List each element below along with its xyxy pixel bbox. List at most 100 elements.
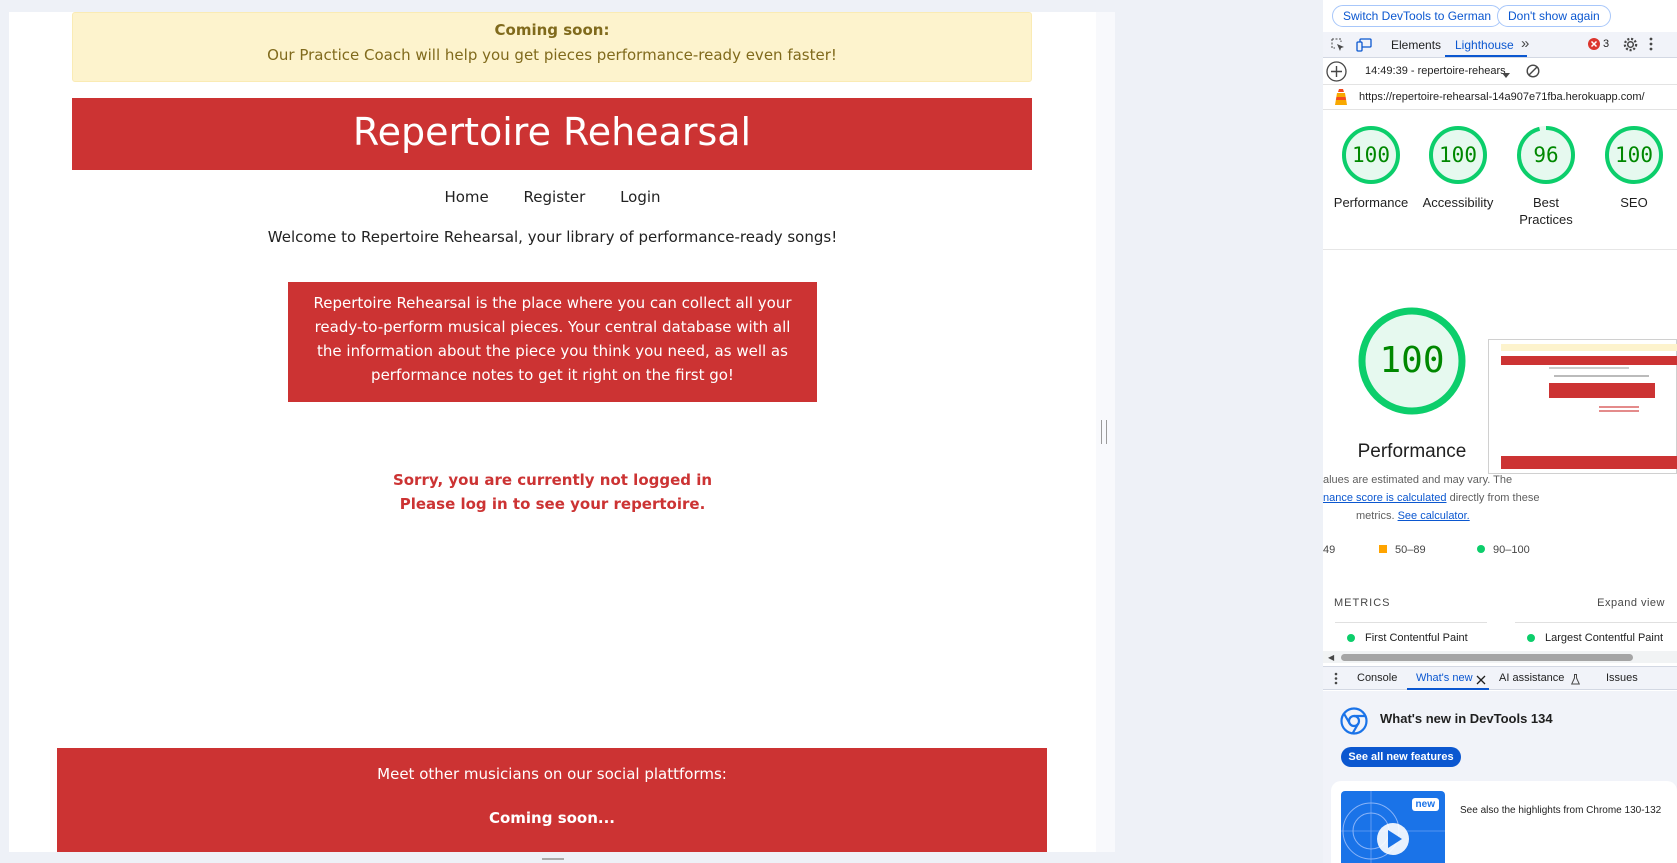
drawer-menu-icon[interactable]	[1334, 672, 1338, 687]
score-label: SEO	[1620, 195, 1648, 210]
score-value: 100	[1615, 143, 1653, 167]
banner-text: Our Practice Coach will help you get pie…	[267, 46, 837, 64]
scroll-left-icon[interactable]: ◀	[1328, 653, 1334, 662]
estimate-note-line2: nance score is calculated directly from …	[1323, 492, 1539, 504]
device-toolbar-icon[interactable]	[1356, 38, 1372, 54]
more-tabs-icon[interactable]: »	[1521, 35, 1529, 52]
score-value: 100	[1439, 143, 1477, 167]
nav-register-link[interactable]: Register	[524, 188, 586, 206]
active-tab-indicator	[1445, 55, 1527, 57]
error-icon[interactable]	[1588, 38, 1600, 52]
banner-title: Coming soon:	[494, 21, 610, 39]
metric-fcp: First Contentful Paint	[1347, 632, 1468, 644]
drawer-tabbar: Console What's new AI assistance Issues	[1323, 666, 1677, 690]
close-tab-icon[interactable]	[1476, 673, 1486, 687]
footer-coming-soon: Coming soon...	[488, 809, 616, 827]
highlights-text: See also the highlights from Chrome 130-…	[1460, 805, 1662, 816]
score-label: Accessibility	[1422, 195, 1494, 210]
nav-login-link[interactable]: Login	[620, 188, 660, 206]
score-gauge-4[interactable]: 100	[1604, 125, 1664, 185]
not-logged-line-1: Sorry, you are currently not logged in	[392, 471, 713, 489]
see-calculator-link[interactable]: See calculator.	[1398, 510, 1470, 522]
score-gauge-3[interactable]: 96	[1516, 125, 1576, 185]
legend-pass: 90–100	[1493, 544, 1530, 556]
settings-gear-icon[interactable]	[1623, 37, 1638, 54]
score-gauge-2[interactable]: 100	[1428, 125, 1488, 185]
page-footer: Meet other musicians on our social platt…	[57, 748, 1047, 852]
drawer-tab-issues[interactable]: Issues	[1606, 672, 1638, 684]
drawer-tab-ai-assistance[interactable]: AI assistance	[1499, 672, 1564, 684]
expand-view-toggle[interactable]: Expand view	[1597, 597, 1665, 609]
score-gauge-1[interactable]: 100	[1341, 125, 1401, 185]
bottom-resize-grip[interactable]	[542, 858, 564, 860]
new-report-plus-icon[interactable]	[1326, 61, 1347, 84]
lighthouse-logo-icon	[1334, 88, 1348, 109]
audited-url-bar: https://repertoire-rehearsal-14a907e71fb…	[1323, 85, 1677, 110]
legend-average-square-icon	[1379, 545, 1387, 553]
pass-dot-icon	[1347, 634, 1355, 643]
metrics-heading: METRICS	[1334, 597, 1391, 609]
devtools-infobar: Switch DevTools to German Don't show aga…	[1323, 0, 1677, 30]
whats-new-title: What's new in DevTools 134	[1380, 711, 1553, 726]
score-calculated-link[interactable]: nance score is calculated	[1323, 492, 1447, 504]
big-performance-gauge: 100	[1358, 307, 1466, 415]
drawer-active-indicator	[1407, 688, 1489, 690]
pass-dot-icon	[1527, 634, 1535, 643]
web-page: Coming soon: Our Practice Coach will hel…	[9, 12, 1096, 852]
inspect-element-icon[interactable]	[1331, 38, 1345, 54]
big-score-value: 100	[1379, 340, 1445, 381]
legend-fail: 49	[1323, 544, 1336, 556]
main-nav: Home Register Login	[9, 188, 1096, 206]
site-title: Repertoire Rehearsal	[72, 98, 1032, 170]
legend-average: 50–89	[1395, 544, 1426, 556]
highlights-card[interactable]: new See also the highlights from Chrome …	[1331, 781, 1677, 863]
nav-home-link[interactable]: Home	[444, 188, 488, 206]
not-logged-line-2: Please log in to see your repertoire.	[399, 495, 706, 513]
lighthouse-toolbar: 14:49:39 - repertoire-rehears	[1323, 58, 1677, 85]
score-value: 96	[1533, 143, 1559, 167]
estimate-note-rest: directly from these	[1446, 492, 1540, 504]
switch-language-button[interactable]: Switch DevTools to German	[1332, 5, 1503, 27]
metric-fcp-label: First Contentful Paint	[1365, 632, 1468, 644]
video-thumbnail[interactable]: new	[1341, 791, 1445, 863]
horizontal-scrollbar[interactable]: ◀	[1323, 651, 1677, 663]
tab-elements[interactable]: Elements	[1391, 38, 1441, 52]
coming-soon-banner: Coming soon: Our Practice Coach will hel…	[72, 12, 1032, 82]
new-badge: new	[1411, 798, 1439, 811]
error-count[interactable]: 3	[1603, 38, 1609, 50]
divider	[1323, 249, 1677, 250]
devtools-tabbar: Elements Lighthouse » 3	[1323, 32, 1677, 58]
score-value: 100	[1352, 143, 1390, 167]
estimate-metrics-text: metrics.	[1356, 510, 1398, 522]
dont-show-again-button[interactable]: Don't show again	[1497, 5, 1611, 27]
report-selector[interactable]: 14:49:39 - repertoire-rehears	[1365, 65, 1506, 77]
page-viewport[interactable]: Coming soon: Our Practice Coach will hel…	[9, 12, 1115, 852]
scrollbar-thumb[interactable]	[1341, 654, 1633, 661]
score-label: Performance	[1333, 195, 1409, 210]
score-label: Best Practices	[1519, 195, 1573, 227]
devtools-panel: Switch DevTools to German Don't show aga…	[1323, 0, 1677, 863]
tab-lighthouse[interactable]: Lighthouse	[1455, 38, 1514, 52]
intro-box: Repertoire Rehearsal is the place where …	[288, 282, 817, 402]
not-logged-in-message: Sorry, you are currently not logged in P…	[9, 468, 1096, 516]
lab-flask-icon	[1570, 673, 1581, 687]
big-gauge-label: Performance	[1357, 441, 1467, 462]
kebab-menu-icon[interactable]	[1649, 37, 1653, 53]
chrome-logo-icon	[1340, 707, 1368, 737]
footer-social-text: Meet other musicians on our social platt…	[377, 765, 727, 783]
metric-lcp-label: Largest Contentful Paint	[1545, 632, 1664, 644]
audited-url[interactable]: https://repertoire-rehearsal-14a907e71fb…	[1359, 91, 1645, 103]
see-all-features-button[interactable]: See all new features	[1341, 747, 1461, 767]
resize-handle[interactable]	[1101, 420, 1107, 444]
drawer-tab-console[interactable]: Console	[1357, 672, 1397, 684]
dropdown-arrow-icon[interactable]	[1502, 67, 1510, 81]
legend-pass-dot-icon	[1477, 545, 1485, 553]
clear-block-icon[interactable]	[1526, 64, 1540, 80]
estimate-note-line1: alues are estimated and may vary. The	[1323, 474, 1513, 486]
drawer-tab-whats-new[interactable]: What's new	[1416, 672, 1473, 684]
estimate-note-line3: metrics. See calculator.	[1356, 510, 1470, 522]
page-screenshot-thumbnail[interactable]	[1488, 339, 1677, 474]
welcome-text: Welcome to Repertoire Rehearsal, your li…	[267, 228, 838, 246]
whats-new-panel: What's new in DevTools 134 See all new f…	[1323, 691, 1677, 863]
metric-lcp: Largest Contentful Paint	[1527, 632, 1663, 644]
